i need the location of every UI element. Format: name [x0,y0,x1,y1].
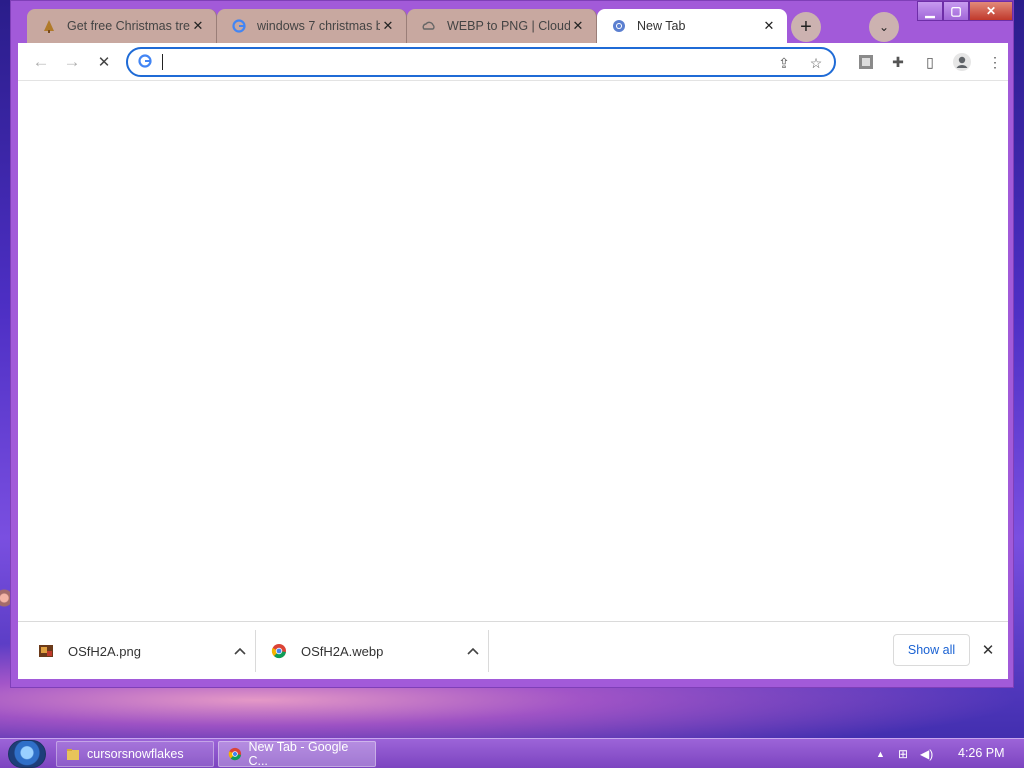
tab-close-icon[interactable]: ✕ [761,18,777,34]
tab-christmas-tree[interactable]: Get free Christmas tree ✕ [27,9,217,43]
address-bar[interactable]: ⇪ ☆ [126,47,836,77]
tab-search-button[interactable]: ⌄ [869,12,899,42]
new-tab-button[interactable]: + [791,12,821,42]
extensions-puzzle-icon[interactable]: ✚ [887,51,909,73]
extension-app-icon[interactable] [855,51,877,73]
back-arrow-icon[interactable]: ← [30,51,52,73]
chevron-up-icon[interactable] [467,644,479,658]
address-input[interactable] [160,52,760,72]
network-icon[interactable]: ⊞ [898,747,908,761]
taskbar-item-folder[interactable]: cursorsnowflakes [56,741,214,767]
taskbar-item-label: New Tab - Google C... [248,740,349,768]
profile-avatar-icon[interactable] [951,51,973,73]
taskbar-item-chrome[interactable]: New Tab - Google C... [218,740,376,768]
download-filename: OSfH2A.png [68,643,141,659]
start-button[interactable] [8,740,46,768]
taskbar: cursorsnowflakes New Tab - Google C... ▲… [0,738,1024,768]
window-close-button[interactable]: ✕ [969,1,1013,21]
show-all-downloads-button[interactable]: Show all [893,634,970,666]
download-divider [255,630,256,672]
tab-title: windows 7 christmas ba [257,19,380,33]
stop-loading-icon[interactable]: ✕ [93,51,115,73]
tab-close-icon[interactable]: ✕ [380,18,396,34]
text-caret [162,54,163,70]
bookmark-star-icon[interactable]: ☆ [806,53,826,73]
tab-close-icon[interactable]: ✕ [190,18,206,34]
share-icon[interactable]: ⇪ [774,53,794,73]
download-filename: OSfH2A.webp [301,643,384,659]
chrome-icon [271,643,287,659]
tab-close-icon[interactable]: ✕ [570,18,586,34]
menu-kebab-icon[interactable]: ⋮ [984,51,1006,73]
folder-icon [65,746,81,762]
maximize-button[interactable]: ▢ [943,1,969,21]
tab-title: WEBP to PNG | CloudC [447,19,570,33]
download-item[interactable]: OSfH2A.webp [271,630,481,672]
forward-arrow-icon[interactable]: → [61,51,83,73]
chevron-up-icon[interactable] [234,644,246,658]
chrome-icon [611,18,627,34]
system-clock[interactable]: 4:26 PM [958,746,1005,760]
page-content [18,81,1008,621]
download-divider [488,630,489,672]
tab-strip: Get free Christmas tree ✕ windows 7 chri… [27,9,787,43]
cloudconvert-icon [421,18,437,34]
volume-icon[interactable]: ◀) [920,747,933,761]
tab-title: New Tab [637,19,686,33]
close-downloads-icon[interactable]: ✕ [978,640,998,660]
show-hidden-icons-arrow-icon[interactable]: ▲ [876,749,885,759]
minimize-button[interactable]: ▁ [917,1,943,21]
download-item[interactable]: OSfH2A.png [38,630,248,672]
tab-google-search[interactable]: windows 7 christmas ba ✕ [217,9,407,43]
google-icon [231,18,247,34]
chrome-window: ▁ ▢ ✕ Get free Christmas tree ✕ windows … [10,0,1014,688]
taskbar-item-label: cursorsnowflakes [87,747,184,761]
image-file-icon [38,643,54,659]
tab-title: Get free Christmas tree [67,19,190,33]
christmas-tree-icon [41,18,57,34]
downloads-bar: OSfH2A.png OSfH2A.webp Show all ✕ [18,621,1008,679]
chrome-icon [227,746,242,762]
google-icon [138,54,152,72]
window-caption-buttons: ▁ ▢ ✕ [917,1,1013,21]
tab-cloudconvert[interactable]: WEBP to PNG | CloudC ✕ [407,9,597,43]
tab-new-tab[interactable]: New Tab ✕ [597,9,787,43]
side-panel-icon[interactable]: ▯ [919,51,941,73]
browser-toolbar: ← → ✕ ⇪ ☆ ✚ ▯ ⋮ [18,43,1008,81]
